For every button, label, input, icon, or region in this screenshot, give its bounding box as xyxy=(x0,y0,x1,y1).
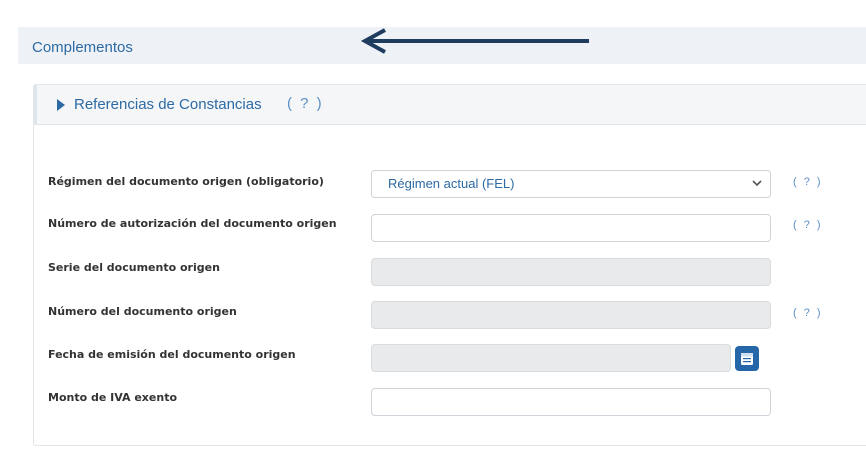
regimen-select[interactable]: Régimen actual (FEL) xyxy=(371,170,771,198)
monto-iva-input[interactable] xyxy=(371,388,771,416)
monto-iva-label: Monto de IVA exento xyxy=(48,391,178,404)
numero-documento-help-link[interactable]: ( ? ) xyxy=(793,307,823,319)
regimen-help-link[interactable]: ( ? ) xyxy=(793,176,823,188)
arrow-left-icon xyxy=(360,28,589,54)
panel-header-accent xyxy=(34,85,37,124)
chevron-down-icon xyxy=(752,177,762,191)
regimen-label: Régimen del documento origen (obligatori… xyxy=(48,175,324,188)
regimen-select-value: Régimen actual (FEL) xyxy=(388,176,515,191)
panel-title[interactable]: Referencias de Constancias xyxy=(74,96,262,113)
panel-help-link[interactable]: ( ? ) xyxy=(287,95,324,112)
fecha-emision-label: Fecha de emisión del documento origen xyxy=(48,348,296,361)
numero-documento-input[interactable] xyxy=(371,301,771,329)
panel-header[interactable]: Referencias de Constancias ( ? ) xyxy=(34,85,866,125)
autorizacion-label: Número de autorización del documento ori… xyxy=(48,217,337,230)
serie-input[interactable] xyxy=(371,258,771,286)
autorizacion-help-link[interactable]: ( ? ) xyxy=(793,219,823,231)
serie-label: Serie del documento origen xyxy=(48,261,220,274)
caret-right-icon[interactable] xyxy=(57,99,65,111)
autorizacion-input[interactable] xyxy=(371,214,771,242)
calendar-button[interactable] xyxy=(735,346,759,371)
numero-documento-label: Número del documento origen xyxy=(48,305,237,318)
fecha-emision-input[interactable] xyxy=(371,344,731,372)
calendar-icon xyxy=(741,353,753,365)
section-title: Complementos xyxy=(32,39,133,56)
